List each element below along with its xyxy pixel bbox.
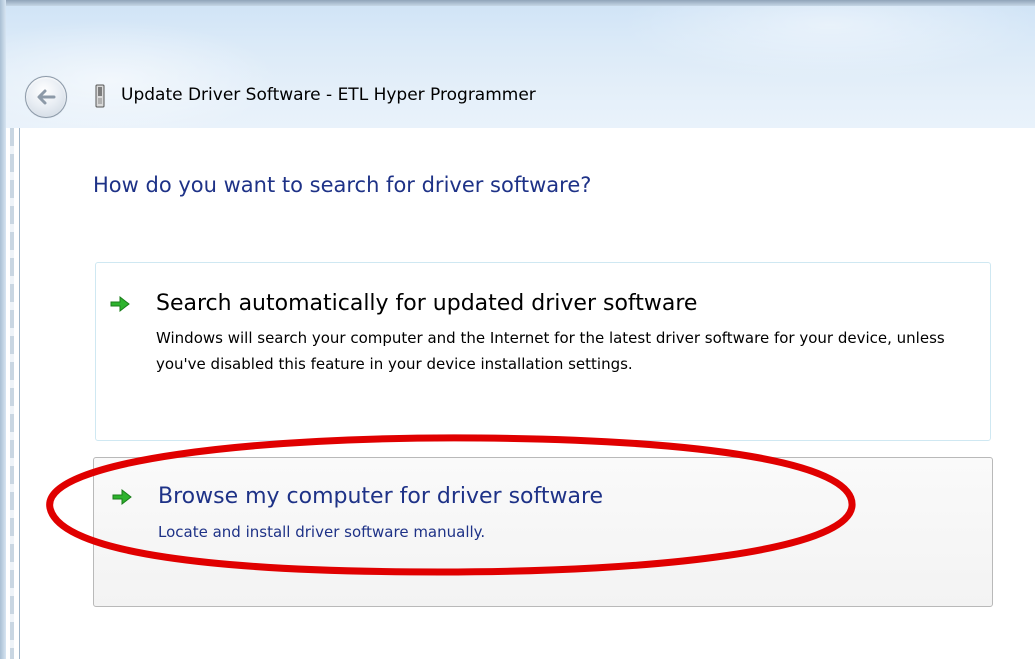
window-top-edge <box>0 0 1035 6</box>
green-arrow-icon <box>112 488 132 506</box>
option-title: Search automatically for updated driver … <box>156 291 698 316</box>
option-description: Locate and install driver software manua… <box>158 523 486 541</box>
title-bar <box>0 0 1035 128</box>
green-arrow-icon <box>110 295 130 313</box>
search-automatically-option[interactable]: Search automatically for updated driver … <box>95 262 991 441</box>
browse-computer-option[interactable]: Browse my computer for driver software L… <box>93 457 993 607</box>
window-left-edge <box>0 0 6 659</box>
back-button[interactable] <box>25 76 67 118</box>
back-arrow-icon <box>37 89 56 105</box>
option-title: Browse my computer for driver software <box>158 484 604 509</box>
window-frame <box>10 128 14 659</box>
option-description: Windows will search your computer and th… <box>156 329 945 373</box>
window-title: Update Driver Software - ETL Hyper Progr… <box>121 85 536 105</box>
glass-highlight <box>620 0 1035 80</box>
page-instruction: How do you want to search for driver sof… <box>93 173 592 197</box>
device-icon <box>95 84 105 108</box>
